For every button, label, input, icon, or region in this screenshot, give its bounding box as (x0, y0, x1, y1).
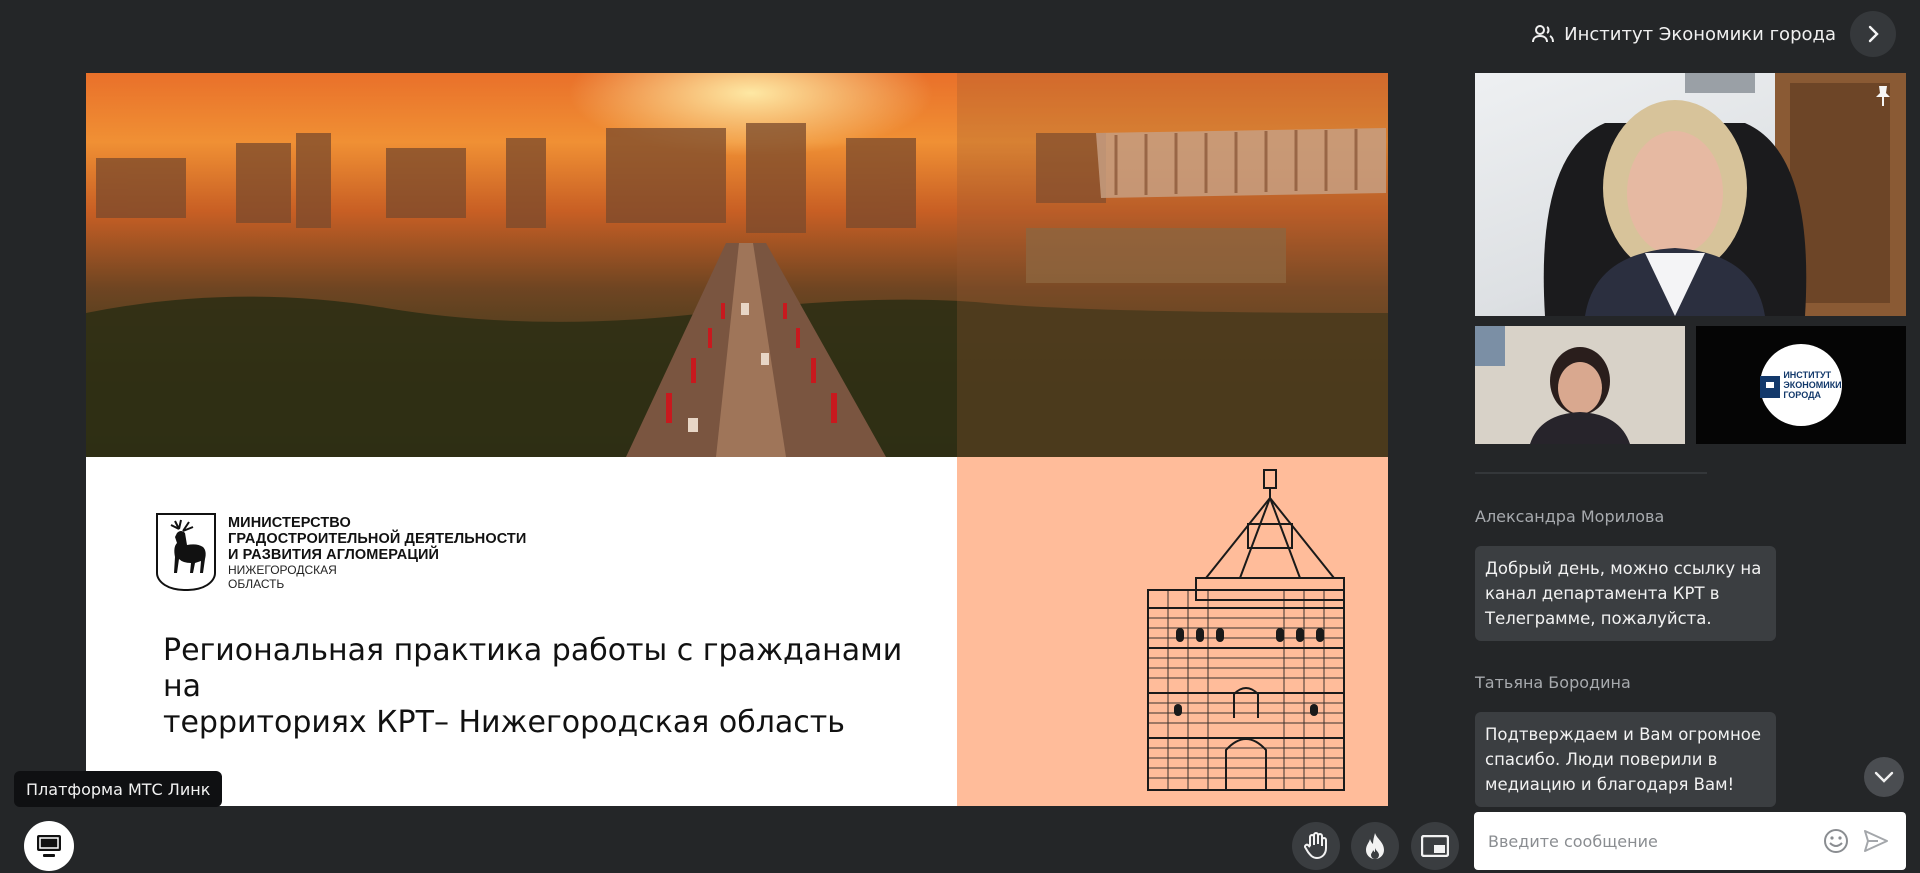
panel-divider (1475, 472, 1707, 474)
organization-name-label: Институт Экономики города (1564, 23, 1836, 45)
message-composer (1474, 812, 1906, 870)
screen-share-icon (37, 835, 61, 857)
region-line: ОБЛАСТЬ (228, 577, 285, 591)
building-logo-icon (1760, 376, 1781, 398)
logo-text-line: ГОРОДА (1783, 390, 1821, 400)
slide-title-line: Региональная практика работы с гражданам… (163, 633, 903, 704)
ministry-line: МИНИСТЕРСТВО (228, 515, 351, 531)
chevron-right-icon (1868, 25, 1879, 43)
organization-logo: ИНСТИТУТ ЭКОНОМИКИ ГОРОДА (1760, 344, 1842, 426)
organization-name[interactable]: Институт Экономики города (1532, 24, 1836, 45)
fire-reaction-icon (1366, 833, 1384, 859)
presentation-slide: МИНИСТЕРСТВО ГРАДОСТРОИТЕЛЬНОЙ ДЕЯТЕЛЬНО… (86, 73, 1388, 806)
slide-title-line: территориях КРТ– Нижегородская область (163, 705, 845, 740)
expand-panel-button[interactable] (1850, 11, 1896, 57)
organization-logo-tile[interactable]: ИНСТИТУТ ЭКОНОМИКИ ГОРОДА (1696, 326, 1906, 444)
emoji-icon (1824, 829, 1848, 853)
chevron-down-icon (1874, 771, 1894, 783)
platform-tooltip-text: Платформа МТС Линк (26, 779, 211, 799)
organization-header: Институт Экономики города (1532, 11, 1896, 57)
scroll-down-button[interactable] (1864, 757, 1904, 797)
region-line: НИЖЕГОРОДСКАЯ (228, 563, 337, 577)
raise-hand-icon (1304, 832, 1327, 859)
platform-button[interactable] (24, 821, 74, 871)
main-participant-video[interactable] (1475, 73, 1906, 316)
message-input[interactable] (1488, 831, 1812, 851)
users-icon (1532, 25, 1555, 43)
chat-message-line: канал департамента КРТ в (1485, 584, 1720, 603)
send-button[interactable] (1860, 825, 1892, 857)
raise-hand-button[interactable] (1292, 822, 1340, 870)
deer-emblem-icon (156, 513, 216, 591)
logo-text-line: ИНСТИТУТ (1783, 370, 1832, 380)
chat-author: Александра Морилова (1475, 507, 1665, 526)
kremlin-tower-drawing (1147, 469, 1345, 791)
chat-message-line: спасибо. Люди поверили в (1485, 750, 1718, 769)
logo-text-line: ЭКОНОМИКИ (1783, 380, 1842, 390)
reaction-button[interactable] (1351, 822, 1399, 870)
chat-message[interactable]: Добрый день, можно ссылку на канал депар… (1475, 546, 1776, 641)
ministry-line: ГРАДОСТРОИТЕЛЬНОЙ ДЕЯТЕЛЬНОСТИ (228, 531, 527, 547)
chat-author: Татьяна Бородина (1475, 673, 1631, 692)
slide-title: Региональная практика работы с гражданам… (163, 633, 923, 741)
chat-message-line: Подтверждаем и Вам огромное (1485, 725, 1762, 744)
city-bridge-photo (86, 73, 1388, 457)
picture-in-picture-icon (1421, 835, 1449, 857)
ministry-line: И РАЗВИТИЯ АГЛОМЕРАЦИЙ (228, 547, 440, 563)
chat-message-line: Телеграмме, пожалуйста. (1485, 609, 1712, 628)
pin-icon[interactable] (1874, 85, 1892, 107)
chat-message-line: медиацию и благодаря Вам! (1485, 775, 1735, 794)
participant-video-thumbnail[interactable] (1475, 326, 1685, 444)
send-icon (1864, 830, 1888, 852)
ministry-logo-block: МИНИСТЕРСТВО ГРАДОСТРОИТЕЛЬНОЙ ДЕЯТЕЛЬНО… (156, 513, 526, 591)
emoji-button[interactable] (1820, 825, 1852, 857)
platform-tooltip: Платформа МТС Линк (14, 771, 223, 807)
chat-message-line: Добрый день, можно ссылку на (1485, 559, 1762, 578)
ministry-text: МИНИСТЕРСТВО ГРАДОСТРОИТЕЛЬНОЙ ДЕЯТЕЛЬНО… (228, 513, 526, 591)
picture-in-picture-button[interactable] (1411, 822, 1459, 870)
chat-message[interactable]: Подтверждаем и Вам огромное спасибо. Люд… (1475, 712, 1776, 807)
